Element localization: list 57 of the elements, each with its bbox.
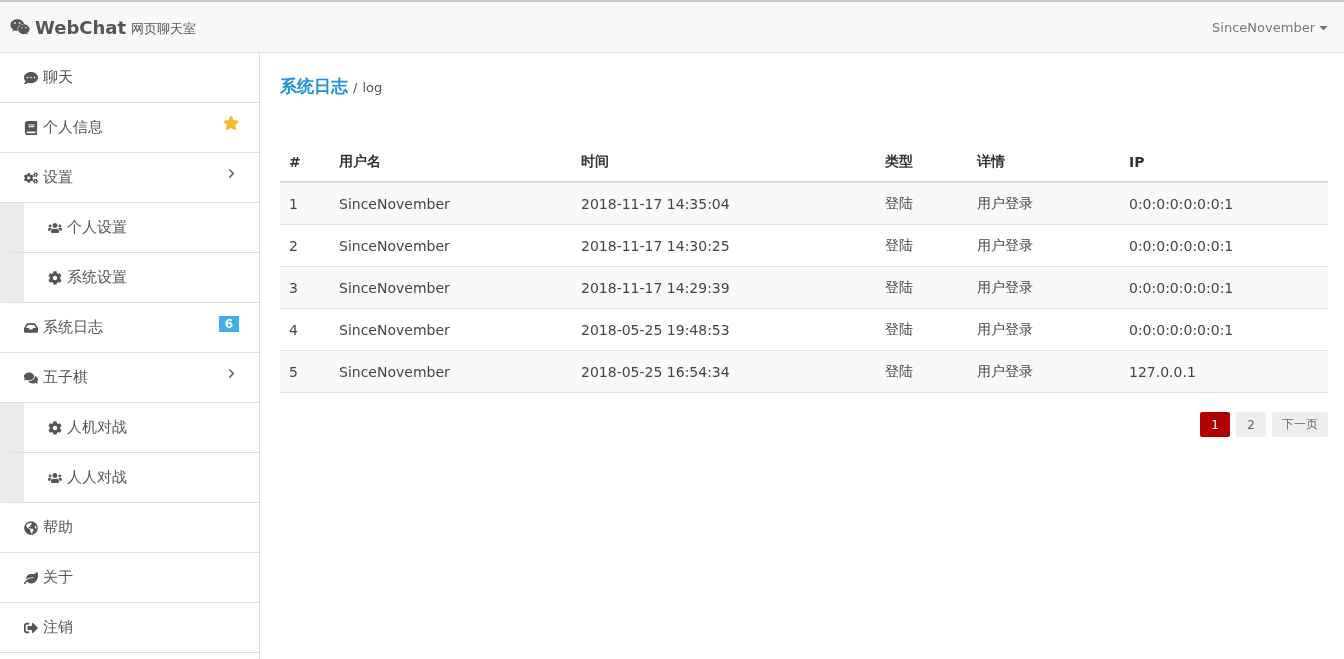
table-cell: 3 (280, 266, 330, 309)
table-cell: 用户登录 (968, 350, 1120, 393)
settings-icon (48, 270, 62, 285)
table-cell: 127.0.0.1 (1120, 350, 1328, 393)
sidebar-subitem[interactable]: 系统设置 (0, 253, 259, 303)
table-cell: SinceNovember (330, 224, 572, 267)
chat-logo-icon (10, 17, 30, 37)
table-cell: SinceNovember (330, 266, 572, 309)
page-title: 系统日志 (280, 75, 348, 98)
table-cell: 用户登录 (968, 182, 1120, 225)
table-cell: 用户登录 (968, 224, 1120, 267)
table-cell: 登陆 (876, 182, 968, 225)
page-subtitle: log (362, 80, 383, 95)
table-cell: 2018-11-17 14:30:25 (572, 224, 876, 267)
table-cell: 2018-05-25 19:48:53 (572, 308, 876, 351)
table-cell: SinceNovember (330, 350, 572, 393)
table-cell: SinceNovember (330, 182, 572, 225)
sidebar-subitem[interactable]: 人机对战 (0, 403, 259, 453)
user-menu[interactable]: SinceNovember (1212, 19, 1330, 35)
sidebar-subitem[interactable]: 人人对战 (0, 453, 259, 503)
table-cell: 登陆 (876, 350, 968, 393)
next-page-button[interactable]: 下一页 (1272, 412, 1328, 437)
table-cell: 2018-11-17 14:29:39 (572, 266, 876, 309)
chat-bubbles-icon (24, 370, 38, 385)
brand-subtitle: 网页聊天室 (131, 19, 197, 38)
table-cell: 1 (280, 182, 330, 225)
inbox-icon (24, 320, 38, 335)
table-cell: 5 (280, 350, 330, 393)
table-cell: 2018-11-17 14:35:04 (572, 182, 876, 225)
settings-icon (48, 420, 62, 435)
table-cell: 0:0:0:0:0:0:0:1 (1120, 224, 1328, 267)
table-cell: 登陆 (876, 224, 968, 267)
brand-name[interactable]: WebChat (35, 16, 127, 38)
breadcrumb-separator: / (353, 80, 358, 95)
leaf-icon (24, 570, 38, 585)
table-cell: 0:0:0:0:0:0:0:1 (1120, 182, 1328, 225)
table-cell: 登陆 (876, 266, 968, 309)
users-icon (48, 220, 62, 235)
table-cell: 2018-05-25 16:54:34 (572, 350, 876, 393)
sidebar-subitem[interactable]: 个人设置 (0, 203, 259, 253)
speech-bubble-icon (24, 70, 38, 85)
users-icon (48, 470, 62, 485)
page-button[interactable]: 1 (1200, 412, 1230, 437)
page-button[interactable]: 2 (1236, 412, 1266, 437)
table-cell: 用户登录 (968, 266, 1120, 309)
count-badge: 6 (218, 316, 239, 332)
table-cell: 0:0:0:0:0:0:0:1 (1120, 308, 1328, 351)
gears-icon (24, 170, 38, 185)
table-cell: 2 (280, 224, 330, 267)
logout-icon (24, 620, 38, 635)
table-cell: 4 (280, 308, 330, 351)
table-cell: 用户登录 (968, 308, 1120, 351)
globe-icon (24, 520, 38, 535)
table-cell: SinceNovember (330, 308, 572, 351)
book-icon (24, 120, 38, 135)
table-cell: 0:0:0:0:0:0:0:1 (1120, 266, 1328, 309)
table-cell: 登陆 (876, 308, 968, 351)
